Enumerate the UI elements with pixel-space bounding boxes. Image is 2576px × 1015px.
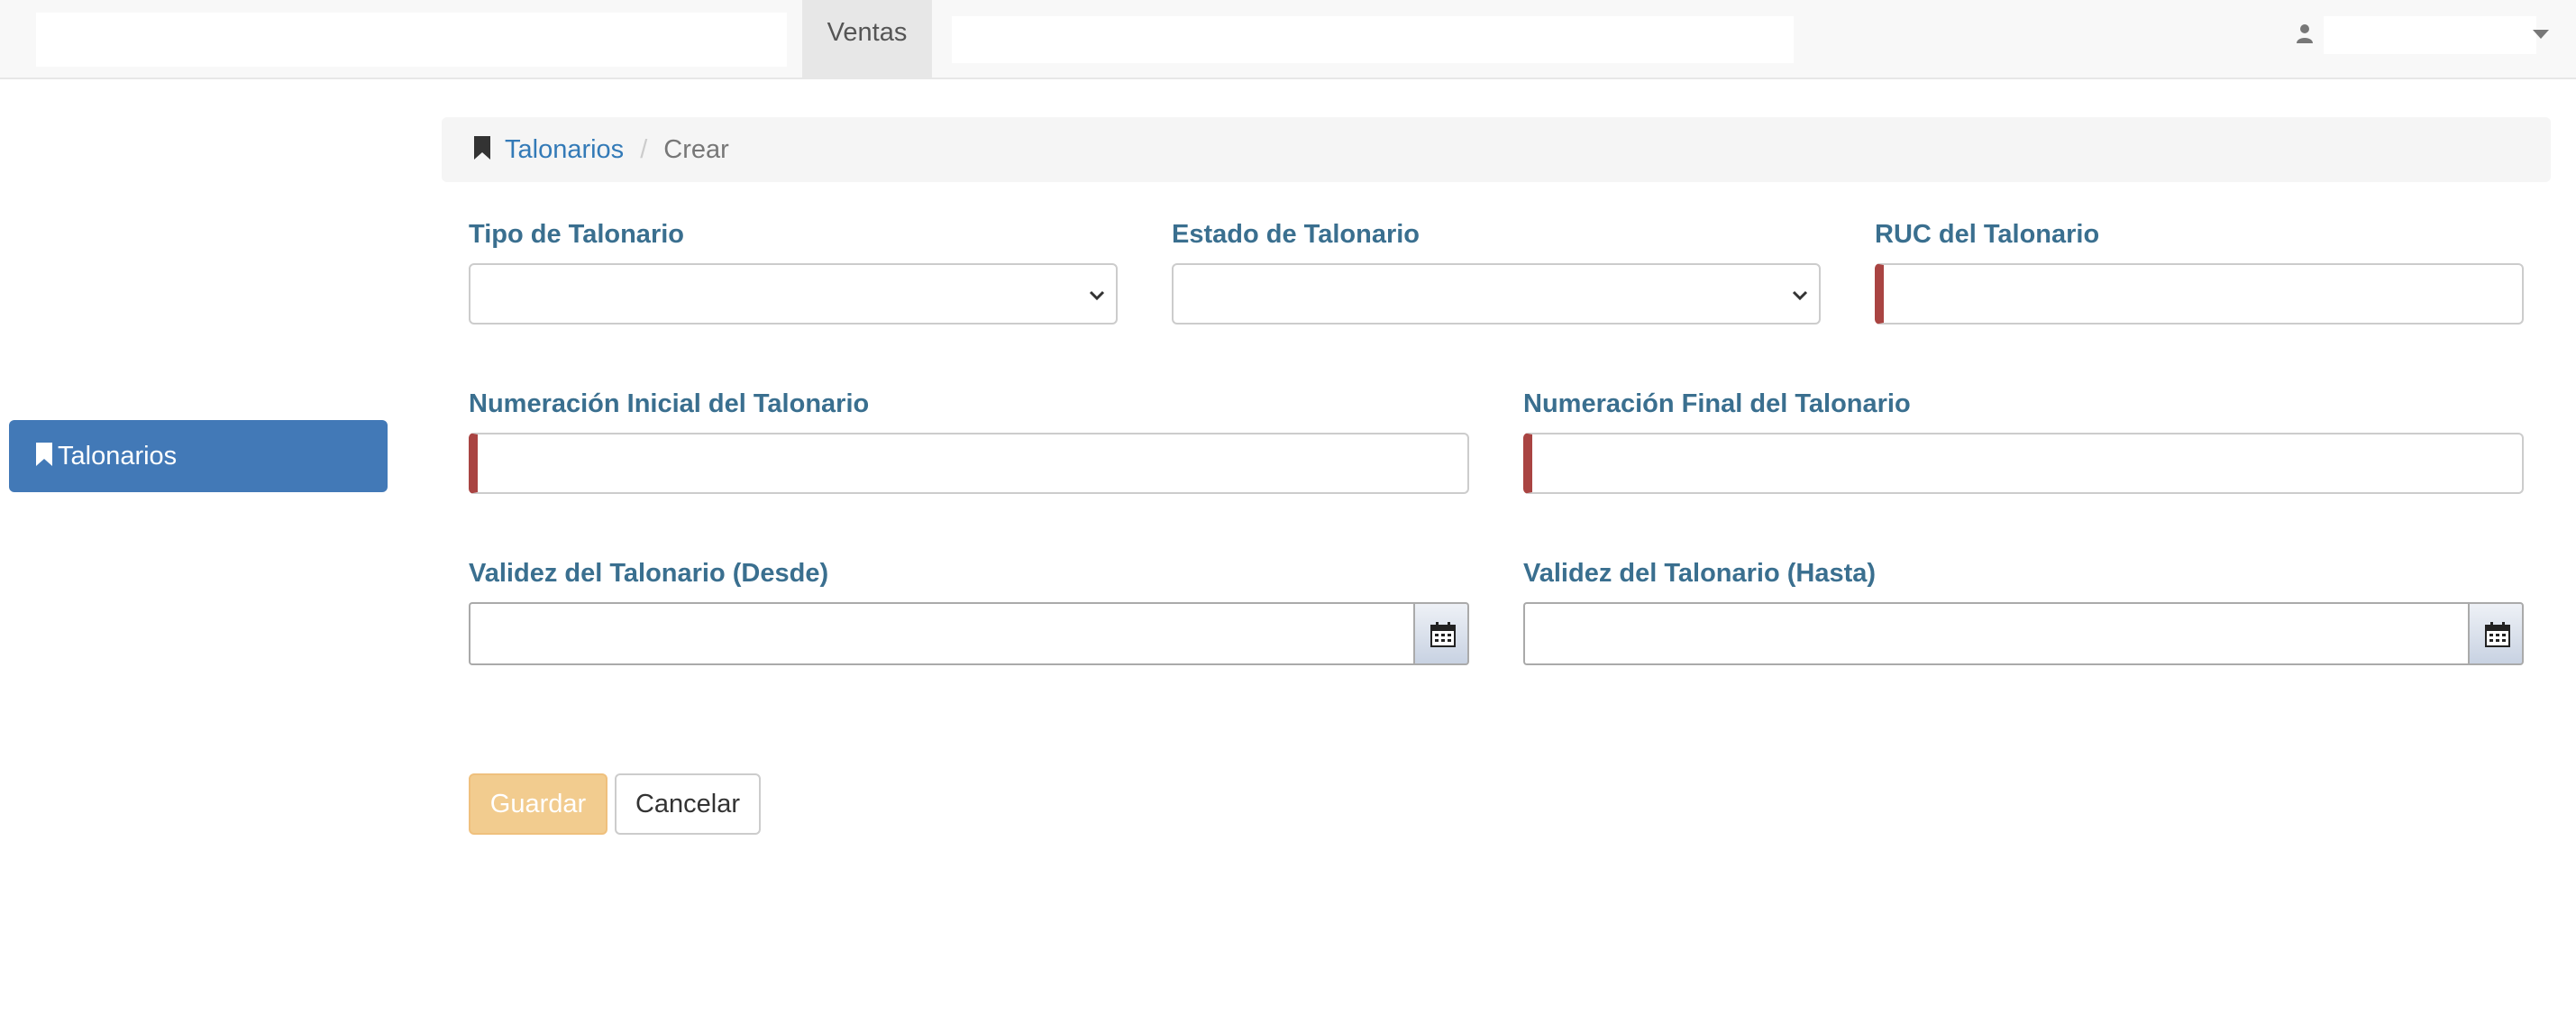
breadcrumb: Talonarios / Crear: [442, 117, 2551, 182]
validez-hasta-input[interactable]: [1523, 602, 2470, 665]
validez-desde-calendar-button[interactable]: [1413, 602, 1469, 665]
validez-desde-label: Validez del Talonario (Desde): [469, 559, 829, 588]
ruc-talonario-label: RUC del Talonario: [1875, 220, 2100, 249]
numeracion-inicial-input[interactable]: [469, 433, 1469, 494]
bookmark-icon: [474, 136, 490, 160]
nav-tab-ventas[interactable]: Ventas: [802, 0, 932, 78]
breadcrumb-separator: /: [640, 135, 648, 164]
user-name: [2324, 16, 2536, 54]
breadcrumb-current: Crear: [663, 135, 729, 164]
estado-talonario-select[interactable]: [1172, 263, 1821, 325]
chevron-down-icon: [1792, 290, 1808, 301]
sidebar-item-label: Talonarios: [58, 442, 178, 471]
user-icon: [2297, 24, 2313, 43]
validez-hasta-calendar-button[interactable]: [2468, 602, 2524, 665]
chevron-down-icon: [1089, 290, 1105, 301]
tipo-talonario-label: Tipo de Talonario: [469, 220, 684, 249]
ruc-talonario-input[interactable]: [1875, 263, 2524, 325]
numeracion-inicial-label: Numeración Inicial del Talonario: [469, 389, 870, 418]
save-button[interactable]: Guardar: [469, 773, 607, 835]
user-menu[interactable]: [2288, 14, 2558, 54]
bookmark-icon: [36, 443, 52, 467]
calendar-icon: [2485, 622, 2510, 647]
cancel-button[interactable]: Cancelar: [615, 773, 761, 835]
breadcrumb-link-talonarios[interactable]: Talonarios: [505, 135, 624, 164]
navbar-menu-area: [952, 16, 1794, 63]
validez-hasta-label: Validez del Talonario (Hasta): [1523, 559, 1877, 588]
top-navbar: Ventas: [0, 0, 2576, 79]
numeracion-final-label: Numeración Final del Talonario: [1523, 389, 1911, 418]
caret-down-icon[interactable]: [2533, 30, 2549, 39]
sidebar-item-talonarios[interactable]: Talonarios: [9, 420, 388, 492]
calendar-icon: [1430, 622, 1456, 647]
validez-hasta-group: [1523, 602, 2524, 665]
navbar-brand-area: [36, 13, 787, 67]
validez-desde-input[interactable]: [469, 602, 1415, 665]
tipo-talonario-select[interactable]: [469, 263, 1118, 325]
estado-talonario-label: Estado de Talonario: [1172, 220, 1420, 249]
numeracion-final-input[interactable]: [1523, 433, 2524, 494]
validez-desde-group: [469, 602, 1469, 665]
